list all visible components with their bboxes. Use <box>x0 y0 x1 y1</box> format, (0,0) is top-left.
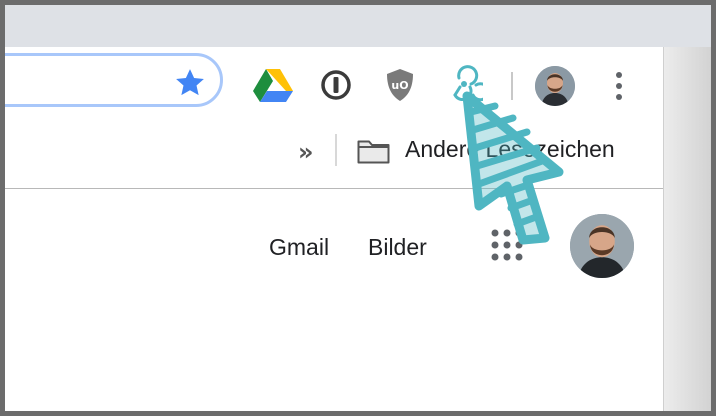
avatar-image <box>570 214 634 278</box>
tab-strip <box>5 5 711 47</box>
images-link[interactable]: Bilder <box>368 234 427 261</box>
google-account-avatar[interactable] <box>570 214 634 278</box>
google-homepage: Gmail Bilder <box>5 189 711 411</box>
star-icon[interactable] <box>173 66 207 100</box>
folder-icon[interactable] <box>357 138 390 164</box>
svg-text:uO: uO <box>391 79 408 92</box>
three-dot-menu-icon[interactable] <box>615 71 623 101</box>
bookmarks-bar: » Andere Lesezeichen <box>5 120 711 188</box>
browser-window: uO » Andere Lesezeichen Gmail Bilder <box>0 0 716 416</box>
1password-icon[interactable] <box>320 69 352 101</box>
gmail-link[interactable]: Gmail <box>269 234 329 261</box>
hand-drawn-cursor-icon <box>462 91 564 245</box>
google-drive-icon[interactable] <box>253 68 293 102</box>
browser-toolbar: uO <box>5 47 711 120</box>
bookmarks-overflow-button[interactable]: » <box>298 138 314 166</box>
ublock-origin-icon[interactable]: uO <box>385 68 415 102</box>
window-edge-shadow <box>663 47 711 411</box>
bookmarks-divider <box>335 134 337 166</box>
